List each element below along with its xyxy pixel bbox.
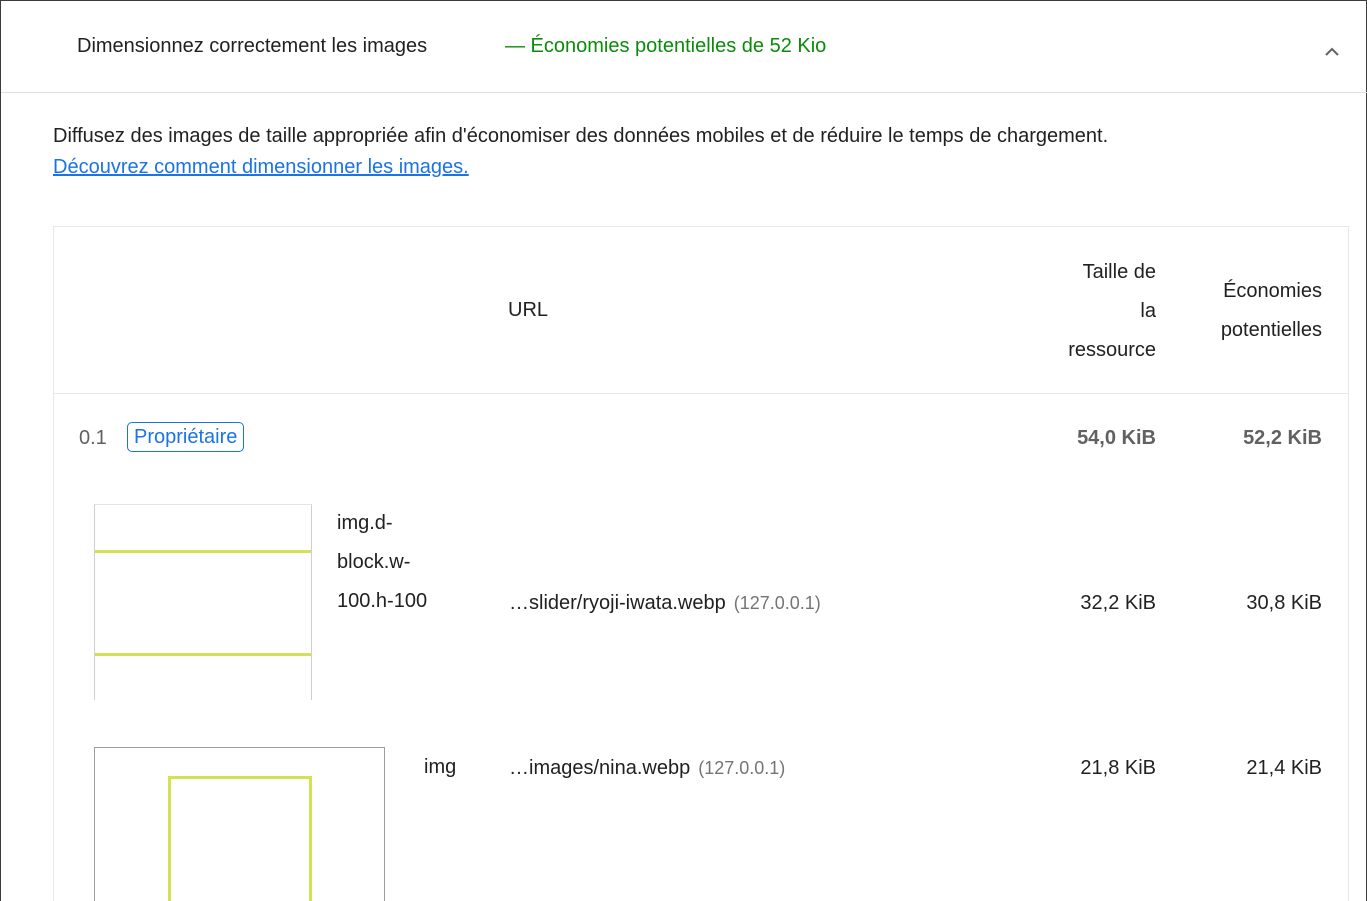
learn-more-link[interactable]: Découvrez comment dimensionner les image… <box>53 155 469 179</box>
table-row: img …images/nina.webp (127.0.0.1) 21,8 Ki… <box>54 747 1348 901</box>
audit-title: Dimensionnez correctement les images <box>77 35 428 57</box>
potential-savings: 21,4 KiB <box>1246 757 1322 779</box>
thumbnail-stripe <box>95 653 311 656</box>
url-path: …images/nina.webp <box>509 757 691 779</box>
group-potential-savings: 52,2 KiB <box>1243 427 1322 449</box>
chevron-up-icon[interactable] <box>1323 43 1341 61</box>
thumbnail-frame <box>168 776 312 901</box>
table-row: img.d- block.w- 100.h-100 …slider/ryoji-… <box>54 504 1348 702</box>
column-header-resource-size: Taille de la ressource <box>1046 253 1156 370</box>
url-host: (127.0.0.1) <box>698 758 786 778</box>
node-selector-line: 100.h-100 <box>337 590 428 612</box>
entity-group-row: 0.1 Propriétaire 54,0 KiB 52,2 KiB <box>54 395 1348 485</box>
group-resource-size: 54,0 KiB <box>1077 427 1156 449</box>
column-header-url: URL <box>508 299 549 321</box>
entity-badge[interactable]: Propriétaire <box>127 422 245 452</box>
node-selector[interactable]: img.d- block.w- 100.h-100 <box>337 504 427 621</box>
column-header-size-line: Taille de <box>1082 261 1156 283</box>
audit-savings-summary: — Économies potentielles de 52 Kio <box>505 35 827 57</box>
resource-size: 32,2 KiB <box>1080 592 1156 614</box>
node-selector-line: block.w- <box>337 551 411 573</box>
url-path: …slider/ryoji-iwata.webp <box>509 592 726 614</box>
node-selector[interactable]: img <box>424 748 456 787</box>
node-selector-line: img.d- <box>337 512 393 534</box>
resource-url[interactable]: …slider/ryoji-iwata.webp (127.0.0.1) <box>509 592 821 615</box>
column-header-potential-savings: Économies potentielles <box>1192 272 1322 350</box>
resource-url[interactable]: …images/nina.webp (127.0.0.1) <box>509 757 785 780</box>
group-number: 0.1 <box>79 427 107 449</box>
url-host: (127.0.0.1) <box>733 593 821 613</box>
column-header-savings-line: potentielles <box>1220 319 1322 341</box>
audit-description: Diffusez des images de taille appropriée… <box>53 125 1109 147</box>
image-thumbnail <box>94 747 385 901</box>
audit-panel: Dimensionnez correctement les images — É… <box>0 0 1367 901</box>
resource-size: 21,8 KiB <box>1080 757 1156 779</box>
table-header: URL Taille de la ressource Économies pot… <box>54 227 1348 394</box>
details-table: URL Taille de la ressource Économies pot… <box>53 226 1349 901</box>
thumbnail-stripe <box>95 550 311 553</box>
potential-savings: 30,8 KiB <box>1246 592 1322 614</box>
audit-header[interactable]: Dimensionnez correctement les images — É… <box>1 1 1367 93</box>
column-header-size-line: ressource <box>1068 339 1156 361</box>
column-header-savings-line: Économies <box>1223 280 1322 302</box>
column-header-size-line: la <box>1140 300 1156 322</box>
image-thumbnail <box>94 504 312 700</box>
